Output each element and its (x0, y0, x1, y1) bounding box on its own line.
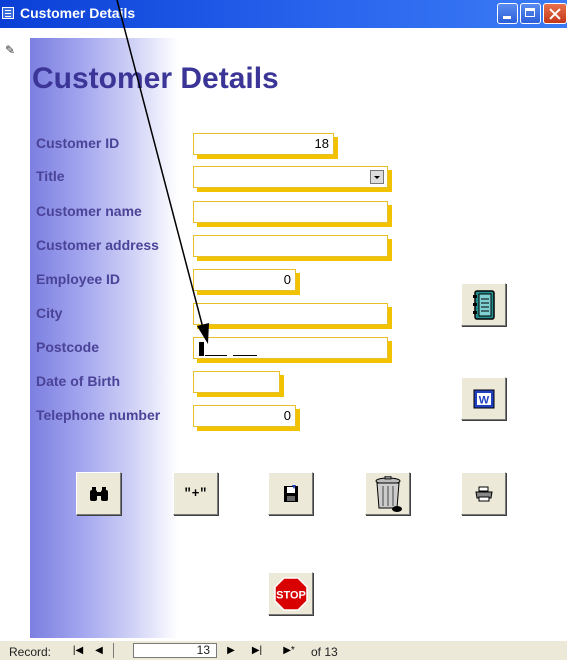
postcode-input-mask (199, 342, 259, 356)
close-icon[interactable] (543, 3, 567, 24)
save-button[interactable] (268, 472, 313, 515)
window-title: Customer Details (20, 5, 136, 21)
delete-button[interactable] (365, 472, 410, 515)
employee-id-field[interactable]: 0 (193, 269, 296, 291)
record-navigation-bar: Record: |◀ ◀ 13 ▶ ▶| ▶* of 13 (0, 641, 567, 660)
postcode-field[interactable] (193, 337, 388, 359)
save-icon (283, 484, 298, 502)
maximize-icon[interactable] (520, 3, 541, 24)
customer-name-label: Customer name (36, 203, 142, 219)
next-record-icon[interactable]: ▶ (223, 643, 239, 658)
stop-icon: STOP (273, 576, 308, 611)
date-of-birth-field[interactable] (193, 371, 280, 393)
print-button[interactable] (461, 472, 506, 515)
telephone-number-label: Telephone number (36, 407, 161, 423)
last-record-icon[interactable]: ▶| (249, 643, 265, 658)
word-icon: W (473, 389, 494, 408)
trash-icon (375, 475, 402, 512)
plus-icon: "+" (183, 486, 208, 501)
city-field[interactable] (193, 303, 388, 325)
word-button[interactable]: W (461, 377, 506, 420)
record-total: of 13 (311, 645, 338, 659)
title-label: Title (36, 168, 65, 184)
find-button[interactable] (76, 472, 121, 515)
stop-button[interactable]: STOP (268, 572, 313, 615)
binoculars-icon (89, 486, 108, 501)
employee-id-label: Employee ID (36, 271, 121, 287)
minimize-icon[interactable] (497, 3, 518, 24)
text-cursor (199, 342, 204, 356)
print-icon (474, 486, 493, 501)
telephone-number-field[interactable]: 0 (193, 405, 296, 427)
dropdown-arrow-icon[interactable] (370, 170, 384, 184)
svg-text:W: W (478, 394, 489, 406)
customer-id-label: Customer ID (36, 135, 120, 151)
address-book-button[interactable] (461, 283, 506, 326)
customer-id-field[interactable]: 18 (193, 133, 334, 155)
date-of-birth-label: Date of Birth (36, 373, 120, 389)
new-record-icon[interactable]: ▶* (274, 643, 304, 658)
prev-record-icon[interactable]: ◀ (91, 643, 107, 658)
customer-name-field[interactable] (193, 201, 388, 223)
stop-label: STOP (276, 589, 306, 601)
address-book-icon (472, 289, 495, 320)
title-combo[interactable] (193, 166, 388, 188)
record-label: Record: (9, 645, 52, 659)
customer-address-label: Customer address (36, 237, 159, 253)
postcode-label: Postcode (36, 339, 100, 355)
customer-address-field[interactable] (193, 235, 388, 257)
form-icon[interactable] (2, 7, 14, 19)
title-bar: Customer Details (0, 0, 567, 28)
page-title: Customer Details (32, 62, 279, 95)
pencil-icon: ✎ (5, 43, 16, 57)
label-gradient-panel (30, 38, 178, 638)
add-record-button[interactable]: "+" (173, 472, 218, 515)
city-label: City (36, 305, 63, 321)
record-number-input[interactable]: 13 (133, 643, 217, 658)
first-record-icon[interactable]: |◀ (70, 643, 86, 658)
